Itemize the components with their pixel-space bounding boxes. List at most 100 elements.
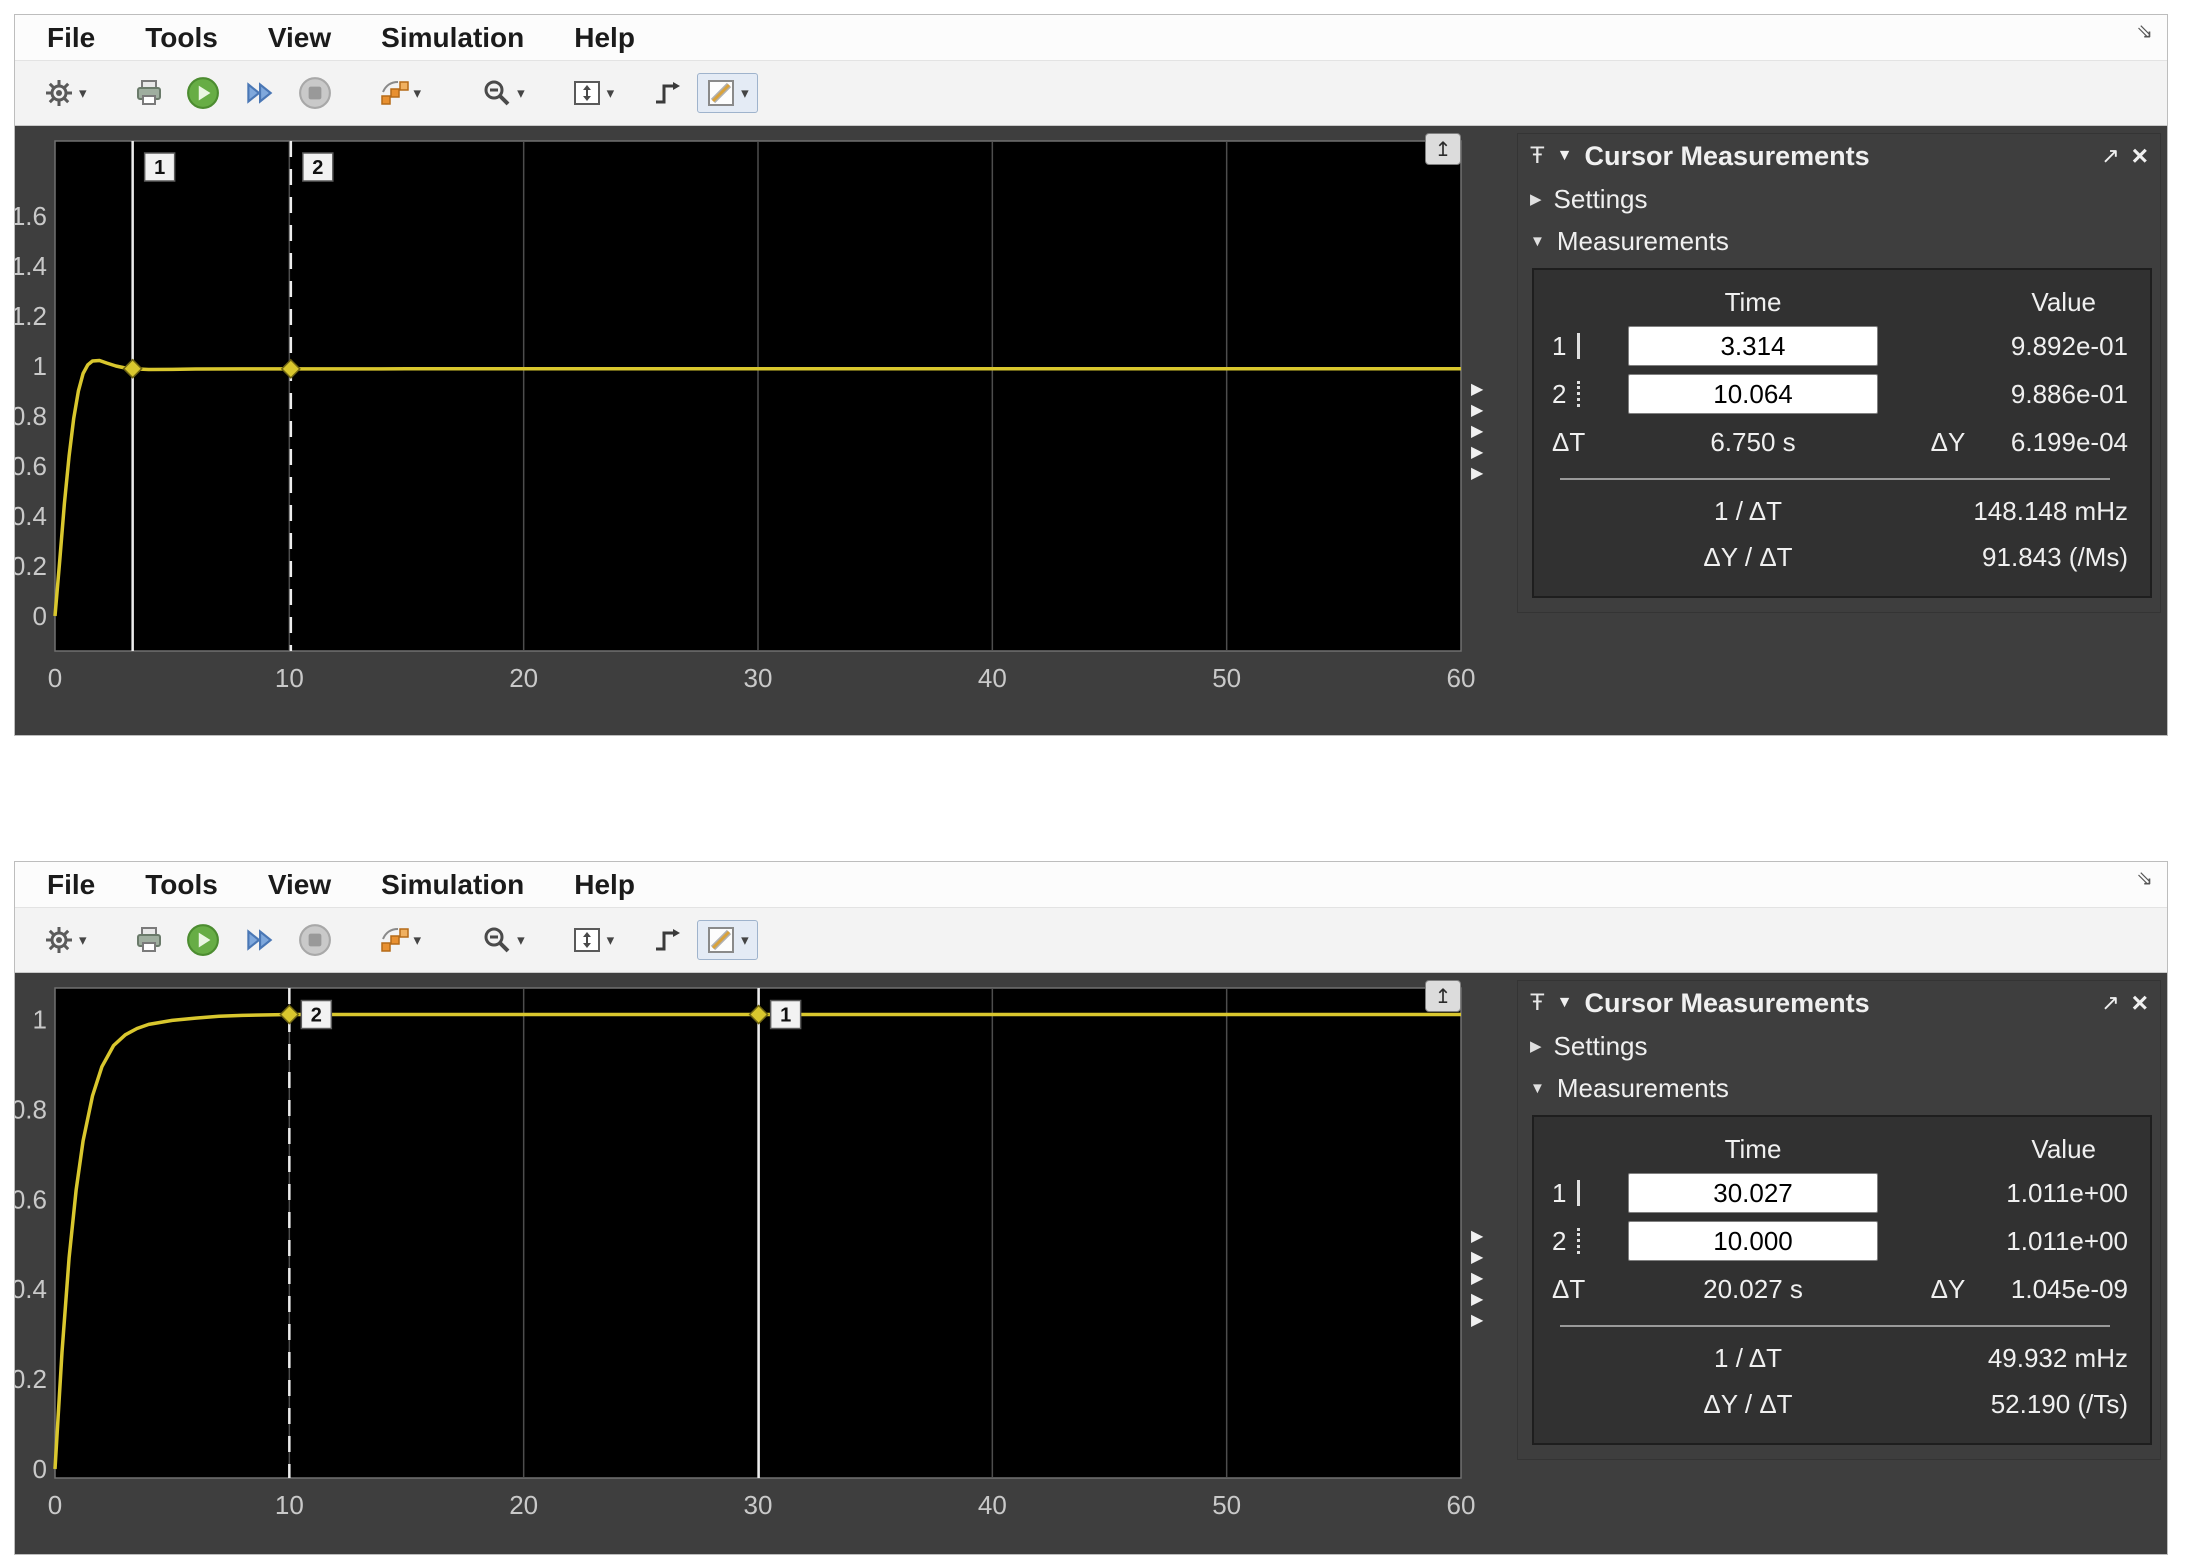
chevron-down-icon: ▾ — [414, 931, 422, 949]
zoom-button[interactable]: ▾ — [474, 74, 533, 112]
measurements-section-toggle[interactable]: ▼ Measurements — [1518, 220, 2160, 262]
run-button[interactable] — [178, 72, 228, 114]
configuration-properties-button[interactable]: ▾ — [36, 74, 95, 112]
settings-label: Settings — [1554, 184, 1648, 215]
menu-tools[interactable]: Tools — [145, 869, 218, 901]
trigger-button[interactable] — [645, 74, 691, 112]
undock-icon[interactable]: ↗ — [2101, 143, 2119, 169]
pin-icon[interactable]: Ŧ — [1530, 989, 1545, 1017]
expand-arrows[interactable]: ▶ ▶ ▶ ▶ ▶ — [1471, 379, 1483, 484]
menubar: File Tools View Simulation Help ⇘ — [15, 15, 2167, 61]
collapse-panel-icon[interactable]: ▼ — [1557, 994, 1573, 1012]
cursor1-value: 1.011e+00 — [1888, 1178, 2136, 1209]
cursor1-value: 9.892e-01 — [1888, 331, 2136, 362]
menu-simulation[interactable]: Simulation — [381, 869, 524, 901]
measurements-header-row: Time Value — [1548, 282, 2136, 322]
svg-text:0.6: 0.6 — [15, 451, 47, 481]
dy-over-dt-value: 52.190 (/Ts) — [1948, 1389, 2136, 1420]
dock-panel-icon[interactable]: ↥ — [1425, 133, 1461, 165]
dashed-line-glyph — [1577, 1228, 1580, 1254]
delta-y-value: 6.199e-04 — [2008, 427, 2136, 458]
chevron-down-icon: ▾ — [741, 84, 749, 102]
panel-title: Cursor Measurements — [1585, 988, 1870, 1019]
menubar-overflow-icon[interactable]: ⇘ — [2136, 866, 2153, 891]
cursor1-row: 1 1.011e+00 — [1548, 1169, 2136, 1217]
delta-t-label: ΔT — [1548, 1274, 1618, 1305]
svg-text:0: 0 — [33, 1454, 47, 1484]
expand-arrows[interactable]: ▶ ▶ ▶ ▶ ▶ — [1471, 1226, 1483, 1331]
pin-icon[interactable]: Ŧ — [1530, 142, 1545, 170]
dy-over-dt-label: ΔY / ΔT — [1548, 542, 1948, 573]
stepping-options-button[interactable]: ▾ — [371, 921, 430, 959]
cursor1-time-input[interactable] — [1628, 326, 1878, 366]
svg-text:0.8: 0.8 — [15, 401, 47, 431]
stop-button[interactable] — [290, 919, 340, 961]
svg-text:40: 40 — [978, 663, 1007, 693]
menu-help[interactable]: Help — [574, 869, 635, 901]
configuration-properties-button[interactable]: ▾ — [36, 921, 95, 959]
scope-window: File Tools View Simulation Help ⇘ ▾ — [14, 861, 2168, 1555]
dy-over-dt-label: ΔY / ΔT — [1548, 1389, 1948, 1420]
value-column-header: Value — [1888, 287, 2136, 318]
close-icon[interactable]: × — [2132, 989, 2148, 1017]
cursor2-value: 9.886e-01 — [1888, 379, 2136, 410]
svg-text:30: 30 — [744, 1490, 773, 1520]
step-forward-button[interactable] — [234, 72, 284, 114]
gear-icon — [44, 78, 74, 108]
cursor-measurements-button[interactable]: ▾ — [697, 73, 758, 113]
slope-row: ΔY / ΔT 52.190 (/Ts) — [1548, 1381, 2136, 1427]
chevron-down-icon: ▾ — [741, 931, 749, 949]
step-forward-button[interactable] — [234, 919, 284, 961]
right-arrow-icon: ▶ — [1471, 1268, 1483, 1289]
svg-text:60: 60 — [1447, 1490, 1476, 1520]
fit-to-view-button[interactable]: ▾ — [564, 921, 623, 959]
right-arrow-icon: ▶ — [1471, 1289, 1483, 1310]
svg-text:0.2: 0.2 — [15, 551, 47, 581]
right-arrow-icon: ▶ — [1471, 463, 1483, 484]
cursor1-time-input[interactable] — [1628, 1173, 1878, 1213]
cursor-measurements-button[interactable]: ▾ — [697, 920, 758, 960]
stop-icon — [298, 923, 332, 957]
collapse-panel-icon[interactable]: ▼ — [1557, 147, 1573, 165]
chevron-down-icon: ▾ — [79, 931, 87, 949]
undock-icon[interactable]: ↗ — [2101, 990, 2119, 1016]
scope-canvas: 10.80.60.40.20010203040506012 ↥ ▶ ▶ ▶ ▶ … — [15, 974, 2167, 1554]
settings-section-toggle[interactable]: ▶ Settings — [1518, 178, 2160, 220]
settings-section-toggle[interactable]: ▶ Settings — [1518, 1025, 2160, 1067]
menu-view[interactable]: View — [268, 22, 331, 54]
svg-text:0.8: 0.8 — [15, 1094, 47, 1124]
cursor-measurements-panel: Ŧ ▼ Cursor Measurements ↗ × ▶ Settings ▼… — [1517, 980, 2161, 1460]
scope-plot[interactable]: 1.61.41.210.80.60.40.20010203040506012 — [15, 127, 1505, 735]
measurements-section-toggle[interactable]: ▼ Measurements — [1518, 1067, 2160, 1109]
solid-line-glyph — [1577, 333, 1580, 359]
stepping-options-button[interactable]: ▾ — [371, 74, 430, 112]
delta-row: ΔT 20.027 s ΔY 1.045e-09 — [1548, 1265, 2136, 1313]
trigger-button[interactable] — [645, 921, 691, 959]
menu-file[interactable]: File — [47, 22, 95, 54]
cursor2-id: 2 — [1548, 379, 1618, 410]
cursor2-time-input[interactable] — [1628, 1221, 1878, 1261]
fit-to-view-button[interactable]: ▾ — [564, 74, 623, 112]
run-button[interactable] — [178, 919, 228, 961]
svg-text:50: 50 — [1212, 663, 1241, 693]
print-button[interactable] — [126, 921, 172, 959]
stop-button[interactable] — [290, 72, 340, 114]
dock-panel-icon[interactable]: ↥ — [1425, 980, 1461, 1012]
menu-help[interactable]: Help — [574, 22, 635, 54]
menu-view[interactable]: View — [268, 869, 331, 901]
svg-text:1: 1 — [33, 351, 47, 381]
print-icon — [134, 78, 164, 108]
svg-text:0: 0 — [48, 1490, 62, 1520]
svg-text:0.6: 0.6 — [15, 1184, 47, 1214]
close-icon[interactable]: × — [2132, 142, 2148, 170]
scope-plot[interactable]: 10.80.60.40.20010203040506012 — [15, 974, 1505, 1554]
svg-text:2: 2 — [312, 157, 323, 179]
svg-text:0.4: 0.4 — [15, 1274, 47, 1304]
menu-tools[interactable]: Tools — [145, 22, 218, 54]
print-button[interactable] — [126, 74, 172, 112]
zoom-button[interactable]: ▾ — [474, 921, 533, 959]
menu-file[interactable]: File — [47, 869, 95, 901]
menubar-overflow-icon[interactable]: ⇘ — [2136, 19, 2153, 44]
cursor2-time-input[interactable] — [1628, 374, 1878, 414]
menu-simulation[interactable]: Simulation — [381, 22, 524, 54]
